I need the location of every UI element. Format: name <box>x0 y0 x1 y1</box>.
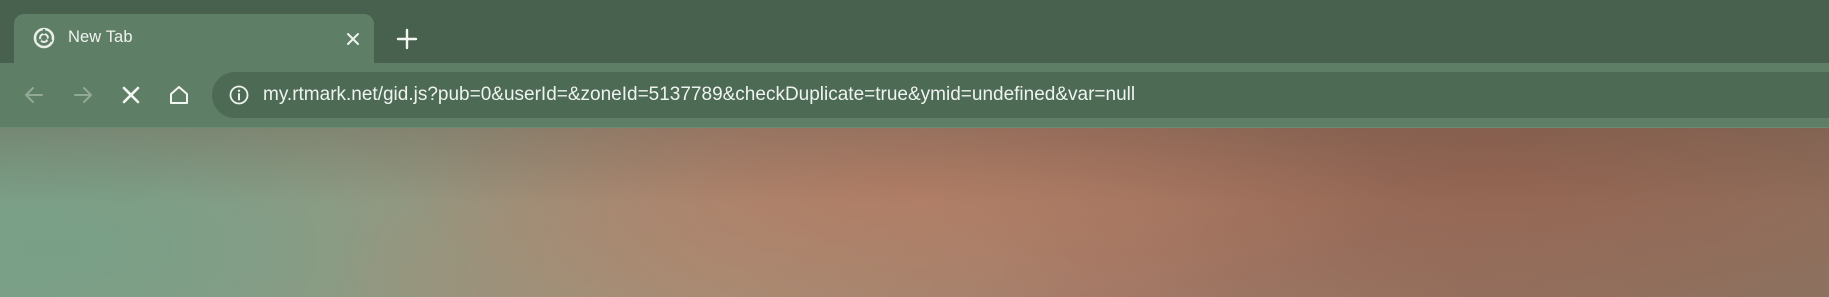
toolbar: my.rtmark.net/gid.js?pub=0&userId=&zoneI… <box>0 63 1829 128</box>
arrow-right-icon <box>74 87 92 103</box>
close-icon <box>122 86 140 104</box>
address-bar[interactable]: my.rtmark.net/gid.js?pub=0&userId=&zoneI… <box>212 72 1829 118</box>
arrow-left-icon <box>25 87 43 103</box>
new-tab-button[interactable] <box>392 24 422 54</box>
home-icon <box>170 86 188 104</box>
home-button[interactable] <box>159 75 199 115</box>
tab-new-tab[interactable]: New Tab <box>14 14 374 63</box>
tab-close-button[interactable] <box>342 28 364 50</box>
stop-loading-button[interactable] <box>111 75 151 115</box>
page-content <box>0 128 1829 297</box>
tab-strip: New Tab <box>0 0 1829 63</box>
forward-button[interactable] <box>63 75 103 115</box>
info-icon[interactable] <box>228 84 250 106</box>
url-text[interactable]: my.rtmark.net/gid.js?pub=0&userId=&zoneI… <box>263 84 1135 106</box>
tab-title: New Tab <box>68 28 133 46</box>
loading-spinner-icon <box>32 26 56 50</box>
back-button[interactable] <box>14 75 54 115</box>
plus-icon <box>396 28 418 50</box>
close-icon <box>347 33 359 45</box>
